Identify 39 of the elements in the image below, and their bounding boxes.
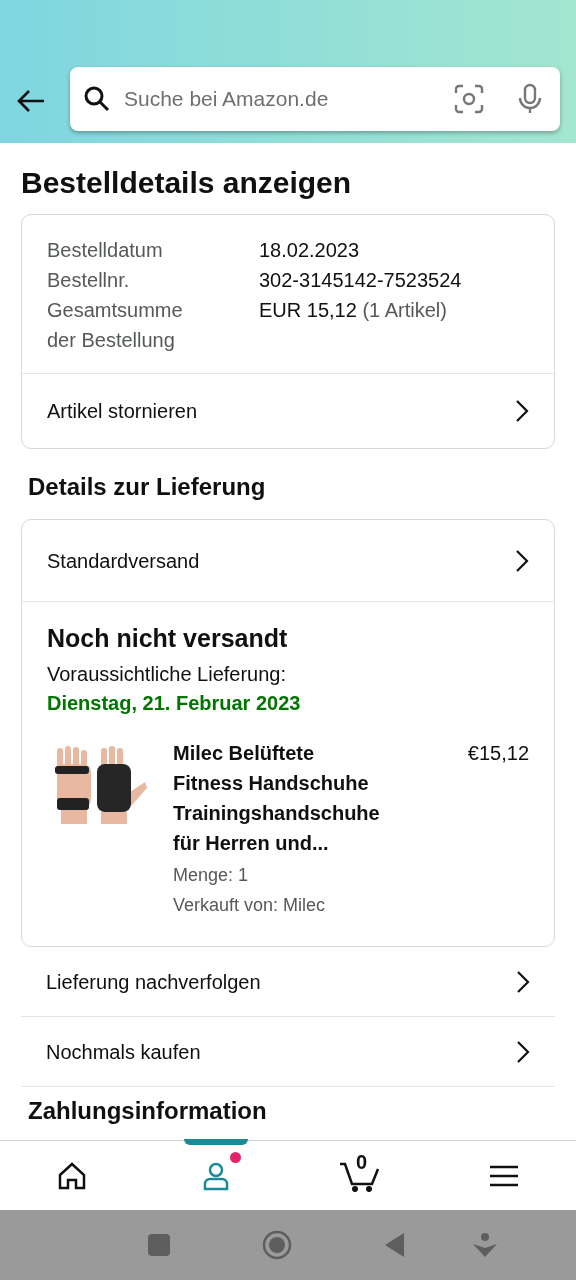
microphone-icon[interactable]	[518, 83, 542, 115]
expected-delivery-date: Dienstag, 21. Februar 2023	[47, 691, 302, 716]
back-arrow-icon[interactable]	[16, 89, 46, 113]
menu-icon	[490, 1164, 518, 1187]
person-icon	[201, 1160, 231, 1191]
search-input[interactable]: Suche bei Amazon.de	[124, 83, 440, 115]
field-label: Gesamtsumme der Bestellung	[47, 298, 184, 353]
section-heading: Zahlungsinformation	[27, 1096, 268, 1126]
home-icon	[57, 1161, 87, 1190]
action-row[interactable]: Nochmals kaufen	[21, 1017, 555, 1087]
expected-delivery-label: Voraussichtliche Lieferung:	[47, 662, 288, 687]
back-triangle-icon[interactable]	[384, 1232, 406, 1258]
seller-text: Verkauft von: Milec	[173, 894, 327, 917]
field-value: 18.02.2023	[259, 238, 360, 263]
section-heading: Details zur Lieferung	[27, 472, 267, 502]
shipping-method-row[interactable]: Standardversand	[22, 520, 554, 601]
chevron-right-icon	[516, 1039, 530, 1064]
shipment-status: Noch nicht versandt	[47, 623, 289, 654]
search-field[interactable]: Suche bei Amazon.de	[70, 67, 560, 131]
product-price: €15,12	[467, 741, 529, 766]
product-title[interactable]: Milec Belüftete Fitness Handschuhe Trainingshandschuhe für Herren und...	[173, 738, 385, 858]
field-label: Bestelldatum	[47, 238, 164, 263]
cancel-items-row[interactable]: Artikel stornieren	[22, 373, 554, 448]
nav-tab[interactable]: 0	[288, 1141, 432, 1210]
chevron-right-icon	[515, 399, 529, 423]
field-value: EUR 15,12 (1 Artikel)	[259, 298, 447, 323]
field-value: 302-3145142-7523524	[259, 268, 462, 293]
circle-icon[interactable]	[262, 1230, 292, 1260]
cart-count: 0	[356, 1151, 368, 1172]
search-icon	[84, 86, 110, 112]
camera-scan-icon[interactable]	[454, 84, 484, 114]
page-title: Bestelldetails anzeigen	[21, 165, 353, 201]
chevron-right-icon	[516, 969, 530, 994]
quantity-text: Menge: 1	[173, 864, 250, 887]
action-row[interactable]: Lieferung nachverfolgen	[21, 947, 555, 1017]
active-tab-indicator	[184, 1139, 248, 1145]
chevron-right-icon	[515, 548, 529, 573]
accessibility-icon[interactable]	[472, 1232, 498, 1258]
field-label: Bestellnr.	[47, 268, 131, 293]
